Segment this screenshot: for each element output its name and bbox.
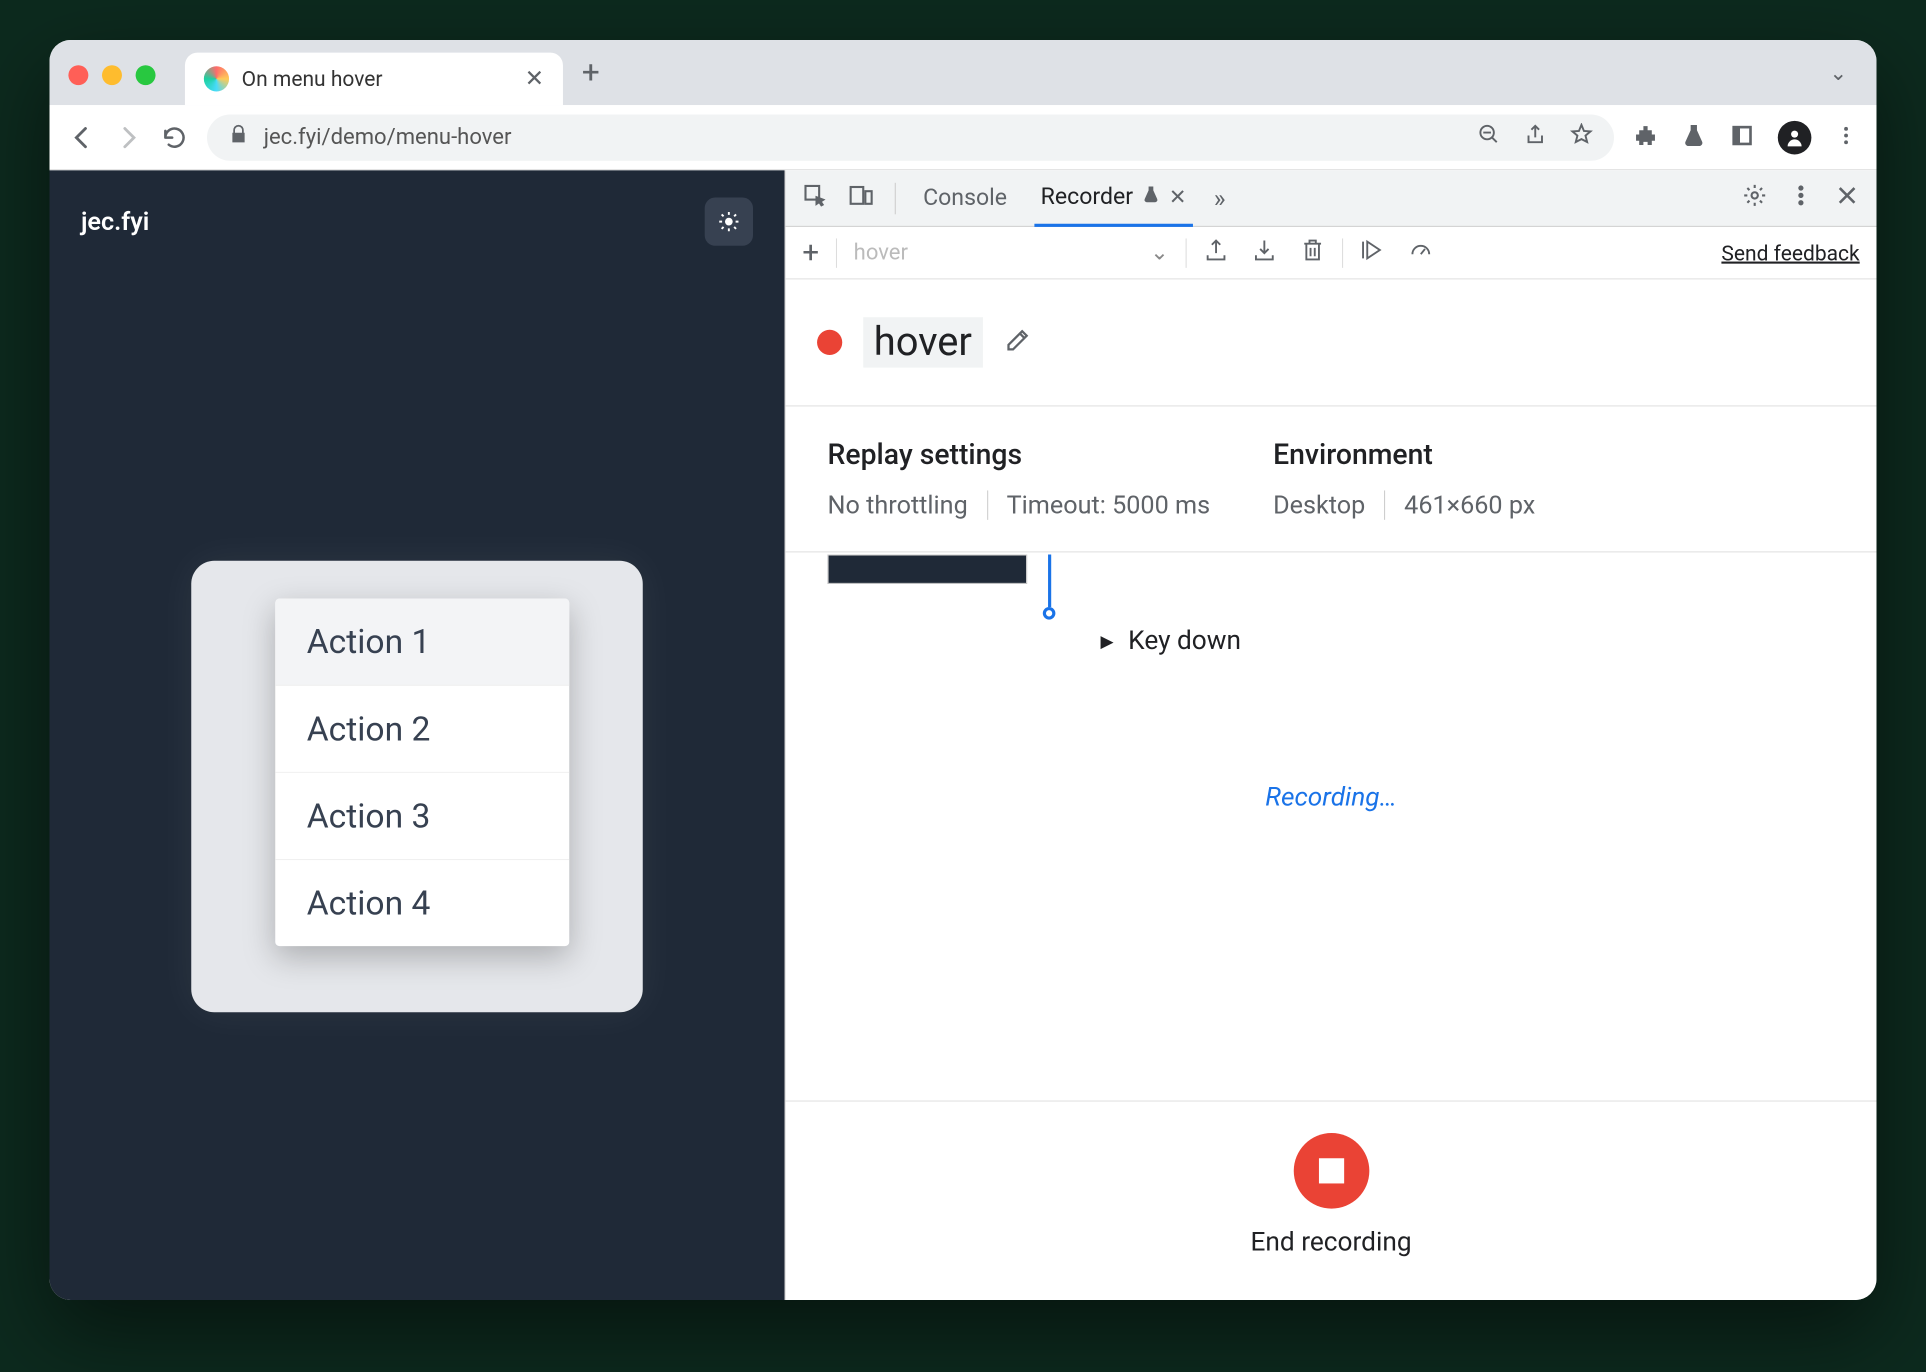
browser-toolbar-icons	[1633, 120, 1858, 154]
export-icon[interactable]	[1203, 237, 1228, 269]
delete-icon[interactable]	[1300, 237, 1325, 269]
throttling-value[interactable]: No throttling	[828, 490, 968, 519]
step-label-text: Key down	[1128, 626, 1241, 656]
tab-console[interactable]: Console	[917, 185, 1014, 211]
menu-item-4[interactable]: Action 4	[275, 860, 569, 946]
new-tab-button[interactable]: +	[582, 54, 600, 91]
environment-heading: Environment	[1273, 438, 1535, 472]
labs-flask-icon[interactable]	[1681, 122, 1706, 151]
tab-recorder[interactable]: Recorder ✕	[1034, 170, 1192, 226]
theme-toggle-button[interactable]	[705, 198, 753, 246]
environment-col: Environment Desktop 461×660 px	[1273, 438, 1535, 520]
hover-card[interactable]: Hover me! Action 1 Action 2 Action 3 Act…	[191, 561, 643, 1012]
devtools-menu-icon[interactable]	[1788, 182, 1813, 214]
device-toggle-icon[interactable]	[849, 182, 874, 214]
close-tab-button[interactable]: ✕	[525, 66, 544, 92]
timeout-value[interactable]: Timeout: 5000 ms	[1007, 490, 1211, 519]
env-device: Desktop	[1273, 490, 1365, 519]
recording-indicator-dot	[817, 330, 842, 355]
replay-icon[interactable]	[1360, 237, 1385, 269]
content-area: jec.fyi Hover me! Action 1 Action 2 Acti…	[50, 170, 1877, 1300]
maximize-window-button[interactable]	[136, 65, 156, 85]
edit-name-icon[interactable]	[1003, 327, 1030, 359]
env-viewport: 461×660 px	[1404, 490, 1535, 519]
devtools-settings-icon[interactable]	[1742, 182, 1767, 214]
browser-tab[interactable]: On menu hover ✕	[185, 53, 563, 106]
url-input[interactable]: jec.fyi/demo/menu-hover	[207, 114, 1614, 160]
replay-settings-col: Replay settings No throttling Timeout: 5…	[828, 438, 1211, 520]
extensions-icon[interactable]	[1633, 122, 1658, 151]
address-bar: jec.fyi/demo/menu-hover	[50, 105, 1877, 170]
recording-status: Recording…	[828, 782, 1835, 812]
site-name: jec.fyi	[81, 207, 149, 236]
send-feedback-link[interactable]: Send feedback	[1721, 240, 1859, 265]
devtools-tab-bar: Console Recorder ✕ »	[786, 170, 1877, 227]
close-tab-recorder[interactable]: ✕	[1169, 184, 1187, 209]
back-button[interactable]	[68, 123, 95, 150]
recording-timeline: ▶ Key down Recording…	[786, 552, 1877, 1100]
end-recording-label: End recording	[1250, 1228, 1411, 1258]
experiment-flask-icon	[1142, 183, 1161, 209]
step-thumbnail[interactable]	[828, 555, 1028, 584]
webpage-viewport: jec.fyi Hover me! Action 1 Action 2 Acti…	[50, 170, 785, 1300]
hover-menu: Action 1 Action 2 Action 3 Action 4	[275, 599, 569, 947]
profile-avatar[interactable]	[1778, 120, 1812, 154]
share-icon[interactable]	[1524, 122, 1547, 151]
end-recording-button[interactable]	[1293, 1133, 1369, 1209]
inspect-element-icon[interactable]	[802, 182, 827, 214]
close-window-button[interactable]	[68, 65, 88, 85]
stop-icon	[1318, 1158, 1343, 1183]
devtools-close-icon[interactable]	[1835, 182, 1860, 214]
reload-button[interactable]	[161, 123, 188, 150]
browser-menu-button[interactable]	[1835, 123, 1858, 150]
menu-item-1[interactable]: Action 1	[275, 599, 569, 686]
timeline-dot	[1043, 607, 1056, 620]
timeline-connector	[1048, 555, 1051, 608]
more-tabs-button[interactable]: »	[1214, 183, 1226, 212]
replay-speed-icon[interactable]	[1408, 237, 1433, 269]
devtools-panel: Console Recorder ✕ » + hover	[785, 170, 1877, 1300]
tab-title: On menu hover	[242, 66, 383, 91]
menu-item-2[interactable]: Action 2	[275, 686, 569, 773]
zoom-out-icon[interactable]	[1478, 122, 1501, 151]
bookmark-star-icon[interactable]	[1570, 122, 1593, 151]
menu-item-3[interactable]: Action 3	[275, 773, 569, 860]
recording-select-value: hover	[854, 240, 908, 265]
favicon-icon	[204, 66, 229, 91]
recording-title-row: hover	[786, 279, 1877, 406]
new-recording-button[interactable]: +	[802, 235, 819, 270]
end-recording-panel: End recording	[786, 1101, 1877, 1301]
replay-settings-heading: Replay settings	[828, 438, 1211, 472]
lock-icon	[228, 123, 249, 150]
recording-settings: Replay settings No throttling Timeout: 5…	[786, 406, 1877, 552]
window-controls	[68, 60, 155, 84]
url-text: jec.fyi/demo/menu-hover	[264, 125, 512, 150]
reading-list-icon[interactable]	[1730, 122, 1755, 151]
forward-button[interactable]	[115, 123, 142, 150]
page-header: jec.fyi	[50, 170, 785, 273]
tab-bar: On menu hover ✕ + ⌄	[50, 40, 1877, 105]
recording-name[interactable]: hover	[863, 317, 982, 367]
tabs-dropdown-button[interactable]: ⌄	[1829, 60, 1847, 85]
minimize-window-button[interactable]	[102, 65, 122, 85]
import-icon[interactable]	[1252, 237, 1277, 269]
recorder-toolbar: + hover ⌄ Send feedback	[786, 227, 1877, 280]
chevron-down-icon: ⌄	[1150, 239, 1168, 265]
recording-select[interactable]: hover ⌄	[854, 239, 1169, 265]
step-row[interactable]: ▶ Key down	[1101, 584, 1835, 656]
browser-window: On menu hover ✕ + ⌄ jec.fyi/demo/menu-ho…	[50, 40, 1877, 1300]
expand-triangle-icon[interactable]: ▶	[1101, 631, 1114, 651]
